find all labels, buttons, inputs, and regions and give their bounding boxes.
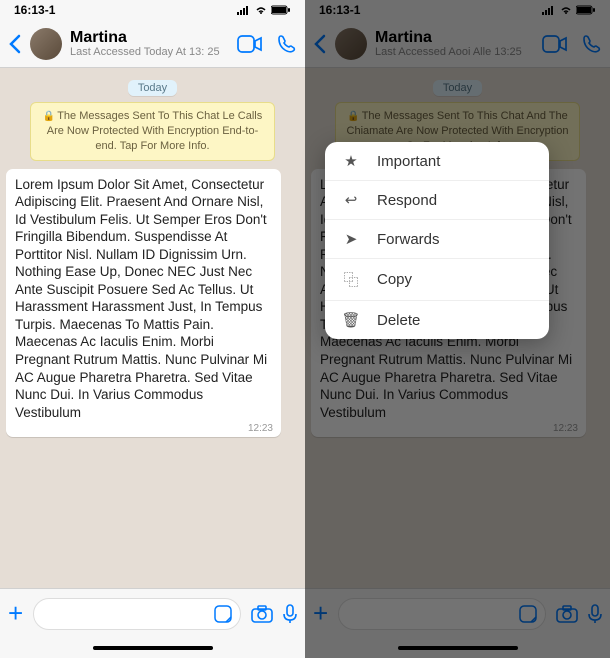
status-bar: 16:13-1 [305,0,610,20]
chat-header: Martina Last Accessed Aooi Alle 13:25 [305,20,610,68]
video-call-button[interactable] [542,35,568,53]
chat-area[interactable]: Today 🔒The Messages Sent To This Chat Le… [0,68,305,588]
wifi-icon [559,5,573,15]
camera-button[interactable] [251,605,273,623]
avatar[interactable] [335,28,367,60]
home-indicator-area [305,638,610,658]
back-button[interactable] [313,34,327,54]
camera-button[interactable] [556,605,578,623]
copy-icon: ⿻ [341,269,361,290]
message-input[interactable] [338,598,546,630]
trash-icon: 🗑 [341,311,361,329]
home-indicator[interactable] [93,646,213,650]
voice-call-button[interactable] [582,34,602,54]
status-time: 16:13-1 [319,3,360,17]
contact-info[interactable]: Martina Last Accessed Aooi Alle 13:25 [375,29,528,59]
status-icons [542,5,596,15]
message-input[interactable] [33,598,241,630]
contact-name: Martina [70,29,223,47]
message-time: 12:23 [248,423,273,434]
context-menu: ★Important ↩Respond ➤Forwards ⿻Copy 🗑Del… [325,142,549,339]
menu-copy[interactable]: ⿻Copy [325,259,549,301]
attach-button[interactable]: + [313,598,328,629]
video-call-button[interactable] [237,35,263,53]
input-bar: + [0,588,305,638]
message-time: 12:23 [553,423,578,434]
phone-normal: 16:13-1 Martina Last Accessed Today At 1… [0,0,305,658]
mic-button[interactable] [283,604,297,624]
attach-button[interactable]: + [8,598,23,629]
battery-icon [576,5,596,15]
encryption-notice[interactable]: 🔒The Messages Sent To This Chat Le Calls… [30,102,275,161]
star-icon: ★ [341,152,361,170]
date-divider: Today [6,78,299,96]
phone-context-menu: 16:13-1 Martina Last Accessed Aooi Alle … [305,0,610,658]
status-bar: 16:13-1 [0,0,305,20]
sticker-icon[interactable] [214,605,232,623]
date-divider: Today [311,78,604,96]
battery-icon [271,5,291,15]
signal-icon [237,5,251,15]
chat-header: Martina Last Accessed Today At 13: 25 [0,20,305,68]
menu-respond[interactable]: ↩Respond [325,181,549,220]
contact-info[interactable]: Martina Last Accessed Today At 13: 25 [70,29,223,59]
back-button[interactable] [8,34,22,54]
forward-icon: ➤ [341,230,361,248]
lock-icon: 🔒 [347,111,359,122]
status-time: 16:13-1 [14,3,55,17]
home-indicator-area [0,638,305,658]
menu-forward[interactable]: ➤Forwards [325,220,549,259]
last-seen: Last Accessed Aooi Alle 13:25 [375,46,528,58]
sticker-icon[interactable] [519,605,537,623]
status-icons [237,5,291,15]
contact-name: Martina [375,29,528,47]
home-indicator[interactable] [398,646,518,650]
message-text: Lorem Ipsum Dolor Sit Amet, Consectetur … [15,176,272,422]
lock-icon: 🔒 [43,111,55,122]
message-bubble[interactable]: Lorem Ipsum Dolor Sit Amet, Consectetur … [6,169,281,438]
last-seen: Last Accessed Today At 13: 25 [70,46,223,58]
mic-button[interactable] [588,604,602,624]
input-bar: + [305,588,610,638]
menu-delete[interactable]: 🗑Delete [325,301,549,339]
wifi-icon [254,5,268,15]
reply-icon: ↩ [341,191,361,209]
menu-important[interactable]: ★Important [325,142,549,181]
voice-call-button[interactable] [277,34,297,54]
signal-icon [542,5,556,15]
avatar[interactable] [30,28,62,60]
